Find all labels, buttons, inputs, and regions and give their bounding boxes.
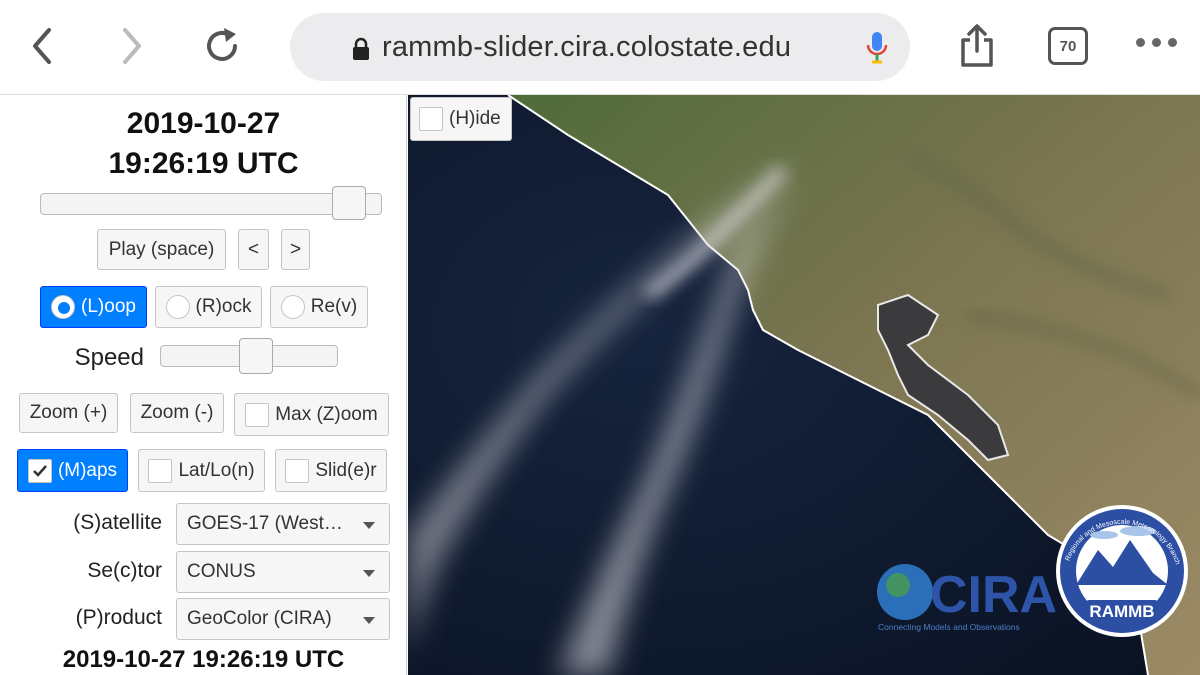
play-button[interactable]: Play (space) (97, 229, 226, 270)
reload-button[interactable] (202, 26, 242, 66)
speed-label: Speed (74, 344, 144, 371)
bottom-timestamp: 2019-10-27 19:26:19 UTC (62, 646, 345, 673)
loop-radio[interactable]: (L)oop (40, 286, 147, 328)
reverse-label: Re(v) (310, 296, 358, 317)
dropdown-caret-icon (363, 570, 375, 577)
product-value: GeoColor (CIRA) (187, 608, 332, 629)
zoom-out-button[interactable]: Zoom (-) (130, 393, 224, 433)
image-date: 2019-10-27 (126, 107, 281, 140)
max-zoom-toggle[interactable]: Max (Z)oom (234, 393, 389, 436)
chevron-left-icon (33, 28, 51, 64)
image-time: 19:26:19 UTC (108, 147, 299, 180)
maps-label: (M)aps (57, 459, 118, 481)
checkbox-empty-icon (419, 107, 443, 131)
slider-toggle-label: Slid(e)r (315, 459, 377, 481)
satellite-select[interactable]: GOES-17 (West… (176, 503, 390, 545)
sector-value: CONUS (187, 561, 256, 582)
hide-panel-toggle[interactable]: (H)ide (410, 97, 512, 141)
radio-unselected-icon (165, 295, 190, 319)
sector-label: Se(c)tor (87, 559, 162, 582)
rammb-logo-text: RAMMB (1089, 602, 1154, 621)
product-label: (P)roduct (75, 606, 162, 629)
speed-slider-handle[interactable] (239, 338, 273, 374)
hide-label: (H)ide (449, 108, 501, 129)
chevron-right-icon (123, 28, 141, 64)
satellite-value: GOES-17 (West… (187, 513, 343, 534)
product-select[interactable]: GeoColor (CIRA) (176, 598, 390, 640)
slider-toggle[interactable]: Slid(e)r (275, 449, 387, 492)
timeline-slider-handle[interactable] (332, 186, 366, 220)
latlon-label: Lat/Lo(n) (178, 459, 255, 481)
checkbox-empty-icon (285, 458, 310, 483)
browser-toolbar: rammb-slider.cira.colostate.edu 70 (0, 0, 1200, 95)
address-bar[interactable]: rammb-slider.cira.colostate.edu (290, 13, 910, 81)
control-panel: 2019-10-27 19:26:19 UTC Play (space) < >… (0, 95, 407, 675)
latlon-toggle[interactable]: Lat/Lo(n) (138, 449, 265, 492)
timeline-slider[interactable] (40, 186, 382, 220)
radio-unselected-icon (280, 295, 305, 319)
checkbox-empty-icon (148, 458, 173, 483)
cira-logo: CIRA Connecting Models and Observations (877, 564, 1057, 632)
dropdown-caret-icon (363, 617, 375, 624)
cira-tagline: Connecting Models and Observations (878, 622, 1020, 632)
more-options-icon[interactable] (1136, 38, 1177, 47)
rammb-logo: RAMMB Regional and Mesoscale Meteorology… (1056, 505, 1188, 637)
tabs-button[interactable]: 70 (1048, 27, 1088, 65)
prev-frame-button[interactable]: < (238, 229, 269, 270)
speed-slider[interactable] (160, 338, 338, 374)
microphone-icon[interactable] (866, 31, 888, 65)
share-icon[interactable] (958, 24, 996, 68)
checkmark-icon (27, 458, 52, 483)
max-zoom-label: Max (Z)oom (275, 403, 378, 425)
sector-select[interactable]: CONUS (176, 551, 390, 593)
satellite-image: CIRA Connecting Models and Observations … (408, 95, 1200, 675)
zoom-in-button[interactable]: Zoom (+) (19, 393, 118, 433)
forward-button[interactable] (112, 26, 152, 66)
url-text: rammb-slider.cira.colostate.edu (382, 30, 792, 63)
rock-radio[interactable]: (R)ock (155, 286, 262, 328)
reverse-radio[interactable]: Re(v) (270, 286, 368, 328)
rock-label: (R)ock (195, 296, 252, 317)
reload-icon (207, 28, 237, 61)
satellite-image-viewer[interactable]: CIRA Connecting Models and Observations … (408, 95, 1200, 675)
cira-logo-text: CIRA (930, 566, 1057, 624)
maps-toggle[interactable]: (M)aps (17, 449, 128, 492)
radio-selected-icon (51, 295, 76, 319)
next-frame-button[interactable]: > (281, 229, 310, 270)
satellite-label: (S)atellite (73, 511, 162, 534)
checkbox-empty-icon (245, 402, 270, 427)
loop-label: (L)oop (81, 296, 136, 317)
dropdown-caret-icon (363, 522, 375, 529)
lock-icon (353, 37, 369, 60)
back-button[interactable] (22, 26, 62, 66)
